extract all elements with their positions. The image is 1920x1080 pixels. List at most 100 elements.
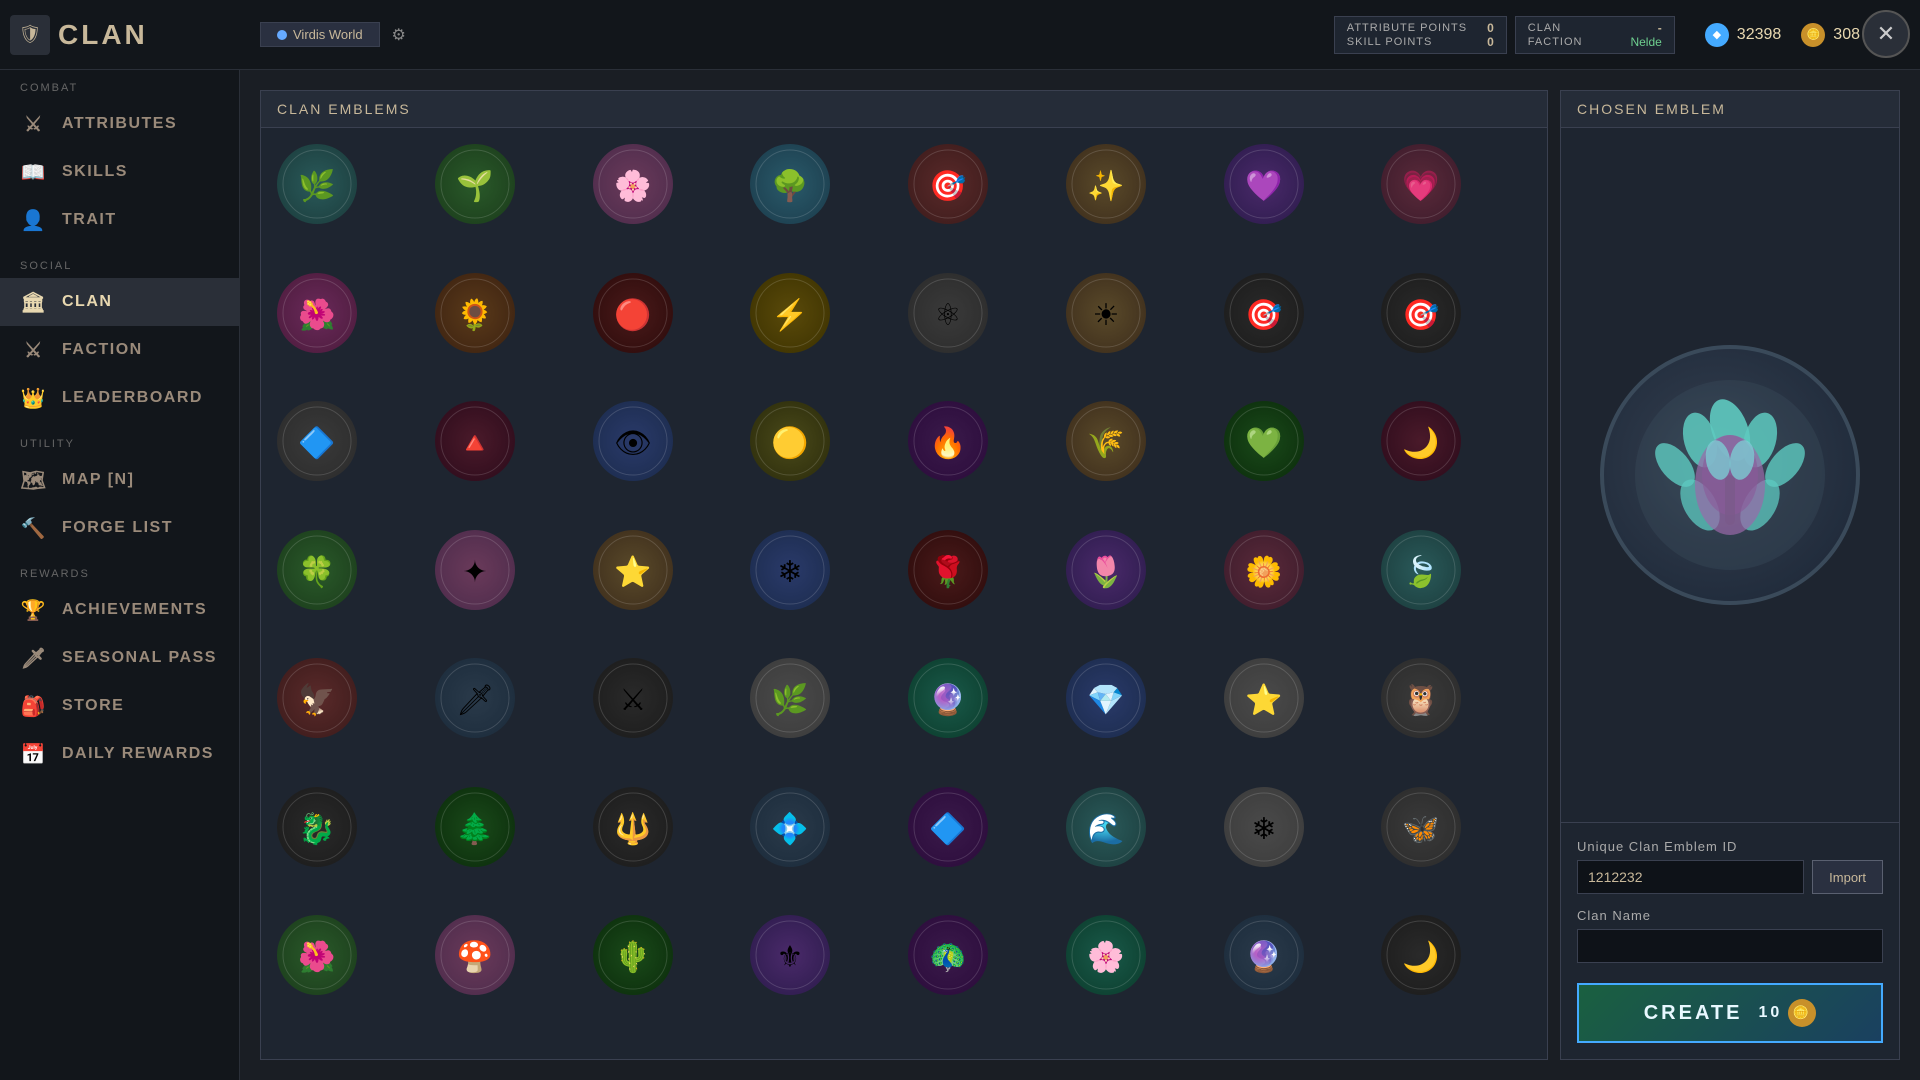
leaderboard-label: LEADERBOARD bbox=[62, 389, 203, 407]
sidebar-item-seasonal-pass[interactable]: 🗡 SEASONAL PASS bbox=[0, 634, 239, 682]
svg-text:💎: 💎 bbox=[1087, 684, 1124, 717]
emblem-item-22[interactable]: 🌾 bbox=[1066, 401, 1146, 481]
emblem-item-7[interactable]: 💜 bbox=[1224, 144, 1304, 224]
emblem-item-18[interactable]: 🔺 bbox=[435, 401, 515, 481]
emblem-item-30[interactable]: 🌷 bbox=[1066, 530, 1146, 610]
emblem-item-56[interactable]: 🌙 bbox=[1381, 915, 1461, 995]
emblem-item-45[interactable]: 🔷 bbox=[908, 787, 988, 867]
emblem-item-46[interactable]: 🌊 bbox=[1066, 787, 1146, 867]
emblem-item-52[interactable]: ⚜ bbox=[750, 915, 830, 995]
emblem-item-41[interactable]: 🐉 bbox=[277, 787, 357, 867]
create-cost: 10 🪙 bbox=[1758, 999, 1816, 1027]
svg-text:🌺: 🌺 bbox=[298, 297, 335, 332]
svg-text:⚜: ⚜ bbox=[777, 941, 804, 974]
emblem-item-47[interactable]: ❄ bbox=[1224, 787, 1304, 867]
emblem-item-53[interactable]: 🦚 bbox=[908, 915, 988, 995]
attributes-icon: ⚔ bbox=[20, 110, 48, 138]
emblem-item-49[interactable]: 🌺 bbox=[277, 915, 357, 995]
emblem-item-11[interactable]: 🔴 bbox=[593, 273, 673, 353]
sidebar-item-faction[interactable]: ⚔ FACTION bbox=[0, 326, 239, 374]
sidebar-item-store[interactable]: 🎒 STORE bbox=[0, 682, 239, 730]
emblem-item-8[interactable]: 💗 bbox=[1381, 144, 1461, 224]
emblem-item-23[interactable]: 💚 bbox=[1224, 401, 1304, 481]
sidebar-item-achievements[interactable]: 🏆 ACHIEVEMENTS bbox=[0, 586, 239, 634]
emblem-item-34[interactable]: 🗡 bbox=[435, 658, 515, 738]
sidebar-item-daily-rewards[interactable]: 📅 DAILY REWARDS bbox=[0, 730, 239, 778]
emblem-item-19[interactable]: 👁 bbox=[593, 401, 673, 481]
currency-gold: 🪙 308 bbox=[1801, 23, 1860, 47]
emblem-item-4[interactable]: 🌳 bbox=[750, 144, 830, 224]
emblem-item-9[interactable]: 🌺 bbox=[277, 273, 357, 353]
emblem-item-16[interactable]: 🎯 bbox=[1381, 273, 1461, 353]
emblem-id-input[interactable] bbox=[1577, 860, 1804, 894]
gold-currency-icon: 🪙 bbox=[1801, 23, 1825, 47]
emblem-item-1[interactable]: 🌿 bbox=[277, 144, 357, 224]
emblem-item-21[interactable]: 🔥 bbox=[908, 401, 988, 481]
emblem-item-10[interactable]: 🌻 bbox=[435, 273, 515, 353]
settings-icon[interactable]: ⚙ bbox=[384, 20, 414, 50]
emblem-id-row: Import bbox=[1577, 860, 1883, 894]
sidebar-item-skills[interactable]: 📖 SKILLS bbox=[0, 148, 239, 196]
emblem-item-48[interactable]: 🦋 bbox=[1381, 787, 1461, 867]
emblem-item-40[interactable]: 🦉 bbox=[1381, 658, 1461, 738]
svg-text:🍄: 🍄 bbox=[456, 939, 493, 974]
emblem-item-14[interactable]: ☀ bbox=[1066, 273, 1146, 353]
svg-text:🌊: 🌊 bbox=[1087, 811, 1124, 846]
emblem-item-29[interactable]: 🌹 bbox=[908, 530, 988, 610]
clan-name-input[interactable] bbox=[1577, 929, 1883, 963]
svg-text:🌱: 🌱 bbox=[456, 169, 493, 203]
emblem-item-55[interactable]: 🔮 bbox=[1224, 915, 1304, 995]
sidebar-item-clan[interactable]: 🏛 CLAN bbox=[0, 278, 239, 326]
emblem-item-5[interactable]: 🎯 bbox=[908, 144, 988, 224]
top-bar-tabs: Virdis World ⚙ bbox=[240, 20, 1334, 50]
daily-icon: 📅 bbox=[20, 740, 48, 768]
emblem-item-38[interactable]: 💎 bbox=[1066, 658, 1146, 738]
emblem-item-44[interactable]: 💠 bbox=[750, 787, 830, 867]
sidebar-section-rewards: REWARDS 🏆 ACHIEVEMENTS 🗡 SEASONAL PASS 🎒… bbox=[0, 556, 239, 782]
emblem-item-28[interactable]: ❄ bbox=[750, 530, 830, 610]
emblem-item-27[interactable]: ⭐ bbox=[593, 530, 673, 610]
svg-text:🌸: 🌸 bbox=[614, 168, 651, 203]
emblem-item-2[interactable]: 🌱 bbox=[435, 144, 515, 224]
emblem-item-15[interactable]: 🎯 bbox=[1224, 273, 1304, 353]
emblem-item-42[interactable]: 🌲 bbox=[435, 787, 515, 867]
trait-label: TRAIT bbox=[62, 211, 117, 229]
sidebar-item-forgelist[interactable]: 🔨 FORGE LIST bbox=[0, 504, 239, 552]
emblem-item-37[interactable]: 🔮 bbox=[908, 658, 988, 738]
emblem-item-12[interactable]: ⚡ bbox=[750, 273, 830, 353]
emblem-item-50[interactable]: 🍄 bbox=[435, 915, 515, 995]
sidebar-item-trait[interactable]: 👤 TRAIT bbox=[0, 196, 239, 244]
main-content: CLAN EMBLEMS 🌿 🌱 🌸 🌳 🎯 ✨ 💜 💗 🌺 🌻 🔴 ⚡ bbox=[240, 70, 1920, 1080]
emblem-item-24[interactable]: 🌙 bbox=[1381, 401, 1461, 481]
emblem-item-36[interactable]: 🌿 bbox=[750, 658, 830, 738]
svg-text:🌿: 🌿 bbox=[772, 682, 809, 717]
sidebar-item-leaderboard[interactable]: 👑 LEADERBOARD bbox=[0, 374, 239, 422]
emblem-item-54[interactable]: 🌸 bbox=[1066, 915, 1146, 995]
emblem-item-26[interactable]: ✦ bbox=[435, 530, 515, 610]
svg-text:🦋: 🦋 bbox=[1403, 813, 1440, 846]
emblem-item-43[interactable]: 🔱 bbox=[593, 787, 673, 867]
import-button[interactable]: Import bbox=[1812, 860, 1883, 894]
emblem-item-3[interactable]: 🌸 bbox=[593, 144, 673, 224]
sidebar-item-map[interactable]: 🗺 MAP [N] bbox=[0, 456, 239, 504]
emblem-item-31[interactable]: 🌼 bbox=[1224, 530, 1304, 610]
sidebar-section-combat: COMBAT ⚔ ATTRIBUTES 📖 SKILLS 👤 TRAIT bbox=[0, 70, 239, 248]
emblem-item-25[interactable]: 🍀 bbox=[277, 530, 357, 610]
faction-nav-label: FACTION bbox=[62, 341, 143, 359]
sidebar-item-attributes[interactable]: ⚔ ATTRIBUTES bbox=[0, 100, 239, 148]
emblem-item-32[interactable]: 🍃 bbox=[1381, 530, 1461, 610]
emblem-item-13[interactable]: ⚛ bbox=[908, 273, 988, 353]
close-button[interactable]: ✕ bbox=[1862, 10, 1910, 58]
emblem-item-51[interactable]: 🌵 bbox=[593, 915, 673, 995]
create-button[interactable]: CREATE 10 🪙 bbox=[1577, 983, 1883, 1043]
svg-text:🌿: 🌿 bbox=[298, 168, 335, 203]
svg-text:🌙: 🌙 bbox=[1403, 425, 1440, 461]
emblem-item-39[interactable]: ⭐ bbox=[1224, 658, 1304, 738]
tab-virdis-world[interactable]: Virdis World bbox=[260, 22, 380, 47]
emblem-item-6[interactable]: ✨ bbox=[1066, 144, 1146, 224]
emblem-item-35[interactable]: ⚔ bbox=[593, 658, 673, 738]
emblem-item-17[interactable]: 🔷 bbox=[277, 401, 357, 481]
emblem-item-33[interactable]: 🦅 bbox=[277, 658, 357, 738]
emblem-item-20[interactable]: 🟡 bbox=[750, 401, 830, 481]
svg-text:🦚: 🦚 bbox=[929, 941, 966, 974]
